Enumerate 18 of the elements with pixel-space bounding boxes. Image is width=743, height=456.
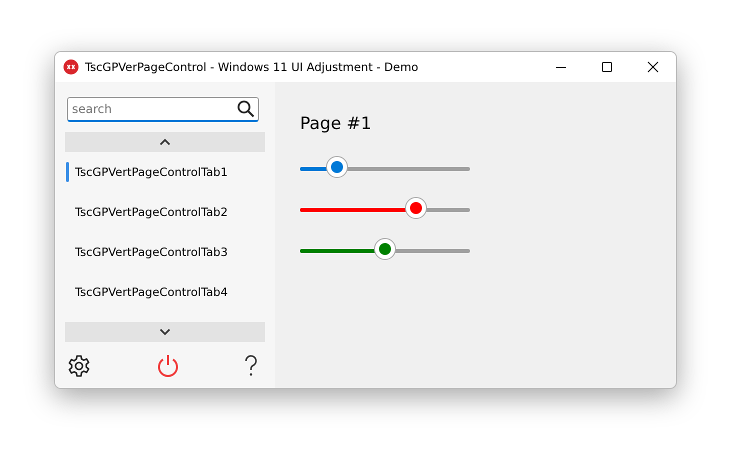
page-tab[interactable]: TscGPVertPageControlTab4 bbox=[65, 272, 265, 312]
search-icon[interactable] bbox=[237, 100, 255, 118]
app-logo-icon bbox=[63, 59, 79, 75]
search-field[interactable]: search bbox=[67, 97, 259, 122]
slider-thumb[interactable] bbox=[404, 197, 427, 219]
settings-icon[interactable] bbox=[67, 354, 91, 378]
help-icon[interactable] bbox=[244, 355, 258, 377]
page-tab[interactable]: TscGPVertPageControlTab1 bbox=[65, 152, 265, 192]
slider-thumb[interactable] bbox=[374, 238, 396, 260]
page-tab[interactable]: TscGPVertPageControlTab2 bbox=[65, 192, 265, 232]
power-icon[interactable] bbox=[156, 353, 180, 379]
window-title: TscGPVerPageControl - Windows 11 UI Adjustment - Demo bbox=[85, 60, 420, 74]
chevron-down-icon bbox=[159, 328, 171, 336]
search-input[interactable]: search bbox=[72, 102, 237, 116]
chevron-up-icon bbox=[159, 138, 171, 146]
page-title: Page #1 bbox=[300, 114, 373, 134]
slider-thumb[interactable] bbox=[326, 156, 348, 178]
page-tab[interactable]: TscGPVertPageControlTab3 bbox=[65, 232, 265, 272]
